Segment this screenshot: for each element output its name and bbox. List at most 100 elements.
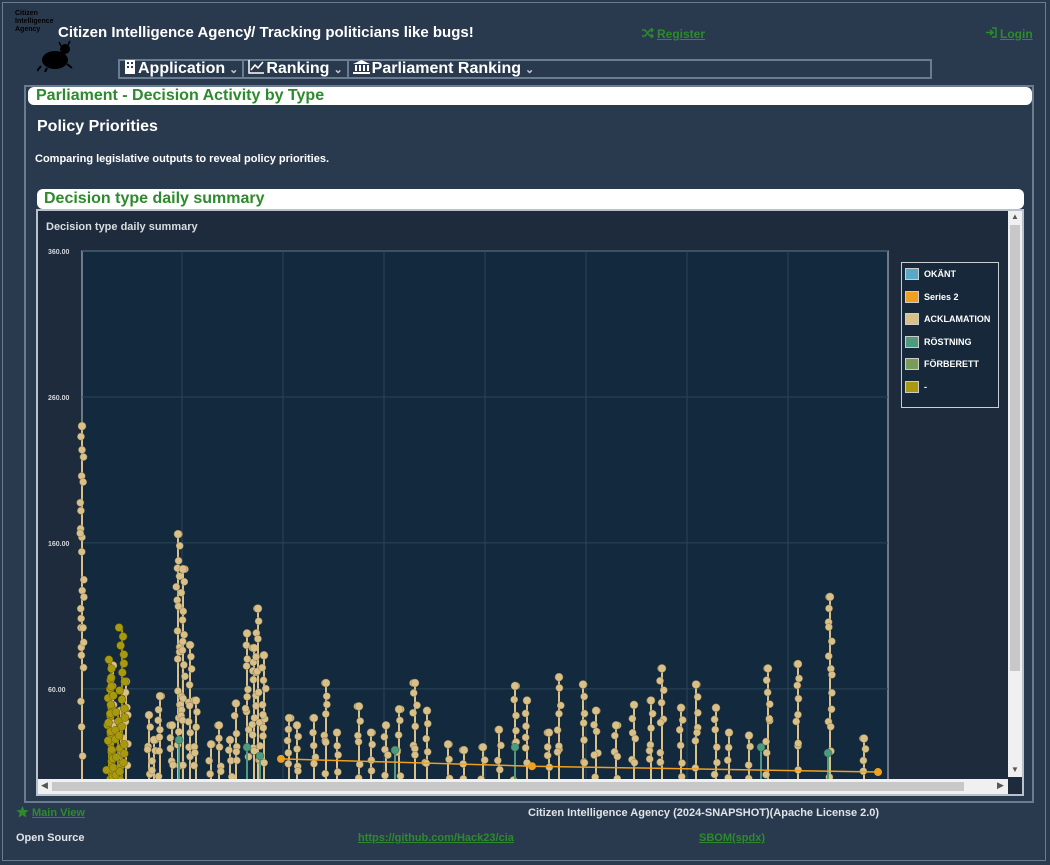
section-title: Decision type daily summary (37, 189, 1024, 209)
scroll-up-icon[interactable]: ▲ (1008, 212, 1022, 221)
acklamation-point (185, 640, 195, 650)
acklamation-point (232, 756, 241, 765)
acklamation-point (77, 651, 86, 660)
acklamation-point (794, 739, 803, 748)
acklamation-point (827, 637, 836, 646)
acklamation-point (629, 700, 639, 710)
acklamation-point (580, 692, 589, 701)
legend-item[interactable]: ACKLAMATION (905, 313, 990, 325)
acklamation-point (445, 755, 453, 764)
acklamation-point (824, 652, 833, 660)
app-title: Citizen Intelligence Agency (58, 24, 252, 41)
dash-series-point (106, 673, 116, 682)
acklamation-point (676, 703, 686, 713)
series2-point (874, 768, 882, 777)
legend-swatch (905, 380, 919, 393)
acklamation-point (143, 745, 152, 754)
building-icon (124, 59, 138, 79)
acklamation-point (259, 710, 267, 719)
main-view-link[interactable]: Main View (32, 807, 85, 819)
acklamation-point (259, 723, 268, 732)
acklamation-point (648, 709, 657, 718)
scroll-left-icon[interactable]: ◀ (41, 780, 48, 791)
acklamation-point (253, 604, 263, 613)
acklamation-point (243, 692, 251, 701)
menu-application[interactable]: Application ⌄ (120, 60, 242, 78)
legend-item[interactable]: RÖSTNING (905, 335, 972, 348)
acklamation-point (231, 699, 241, 708)
acklamation-point (173, 627, 182, 635)
acklamation-point (284, 713, 294, 723)
legend-swatch (905, 313, 919, 325)
acklamation-point (578, 680, 588, 689)
cia-logo[interactable]: Citizen Intelligence Agency (15, 10, 73, 72)
dash-series-point (111, 707, 121, 717)
legend-item[interactable]: - (905, 380, 927, 393)
acklamation-point (394, 731, 403, 739)
acklamation-point (180, 661, 188, 669)
acklamation-point (631, 734, 640, 743)
acklamation-point (744, 731, 754, 740)
acklamation-point (746, 742, 754, 751)
acklamation-point (495, 765, 504, 774)
acklamation-point (762, 770, 770, 779)
acklamation-point (225, 735, 235, 745)
menu-ranking[interactable]: Ranking ⌄ (242, 59, 346, 78)
legend-item[interactable]: Series 2 (905, 290, 959, 303)
acklamation-point (284, 748, 293, 757)
acklamation-point (172, 583, 181, 591)
scrollbar-thumb[interactable] (52, 782, 964, 791)
acklamation-point (333, 741, 342, 750)
login-link[interactable]: Login (985, 27, 1033, 41)
acklamation-point (711, 725, 720, 734)
acklamation-point (580, 758, 589, 767)
acklamation-point (173, 655, 182, 663)
acklamation-point (186, 728, 195, 737)
acklamation-point (77, 614, 85, 623)
dash-series-point (120, 749, 129, 758)
acklamation-point (254, 688, 263, 697)
acklamation-point (191, 696, 201, 705)
acklamation-point (155, 691, 165, 701)
sbom-link[interactable]: SBOM(spdx) (699, 832, 765, 844)
chart-container[interactable]: 360.00 260.00 160.00 60.00 (36, 209, 1024, 796)
acklamation-point (480, 756, 489, 764)
acklamation-point (180, 577, 189, 586)
series2-point (528, 762, 536, 771)
acklamation-point (77, 723, 86, 731)
acklamation-point (691, 764, 700, 772)
scroll-down-icon[interactable]: ▼ (1008, 765, 1022, 774)
acklamation-point (79, 638, 88, 647)
legend-item[interactable]: OKÄNT (905, 268, 956, 280)
acklamation-point (794, 710, 802, 719)
acklamation-point (613, 752, 622, 761)
horizontal-scrollbar[interactable]: ◀ ▶ (38, 779, 1008, 794)
acklamation-point (646, 696, 656, 705)
dash-series-point (104, 655, 114, 664)
menu-parliament-ranking[interactable]: Parliament Ranking ⌄ (346, 59, 539, 79)
acklamation-point (144, 710, 154, 720)
acklamation-point (510, 681, 520, 691)
rostning-point (174, 735, 184, 745)
acklamation-point (284, 759, 293, 768)
acklamation-point (179, 761, 187, 770)
login-label: Login (1000, 27, 1033, 41)
legend-item[interactable]: FÖRBERETT (905, 358, 979, 370)
sign-in-icon (985, 27, 997, 41)
dash-series-point (104, 718, 113, 727)
register-link[interactable]: Register (642, 27, 705, 41)
dash-series-point (117, 722, 127, 731)
acklamation-point (555, 684, 564, 692)
acklamation-point (443, 740, 453, 749)
vertical-scrollbar[interactable]: ▲ ▼ (1008, 211, 1022, 777)
main-menubar: Application ⌄ Ranking ⌄ Parliament Ranki… (118, 59, 932, 79)
acklamation-point (521, 744, 530, 752)
scrollbar-thumb[interactable] (1010, 225, 1020, 671)
github-link[interactable]: https://github.com/Hack23/cia (358, 832, 514, 844)
chevron-down-icon: ⌄ (229, 63, 239, 76)
institution-icon (352, 59, 372, 79)
acklamation-point (543, 743, 552, 751)
acklamation-point (174, 556, 183, 565)
scroll-right-icon[interactable]: ▶ (997, 780, 1004, 791)
acklamation-point (543, 751, 552, 760)
